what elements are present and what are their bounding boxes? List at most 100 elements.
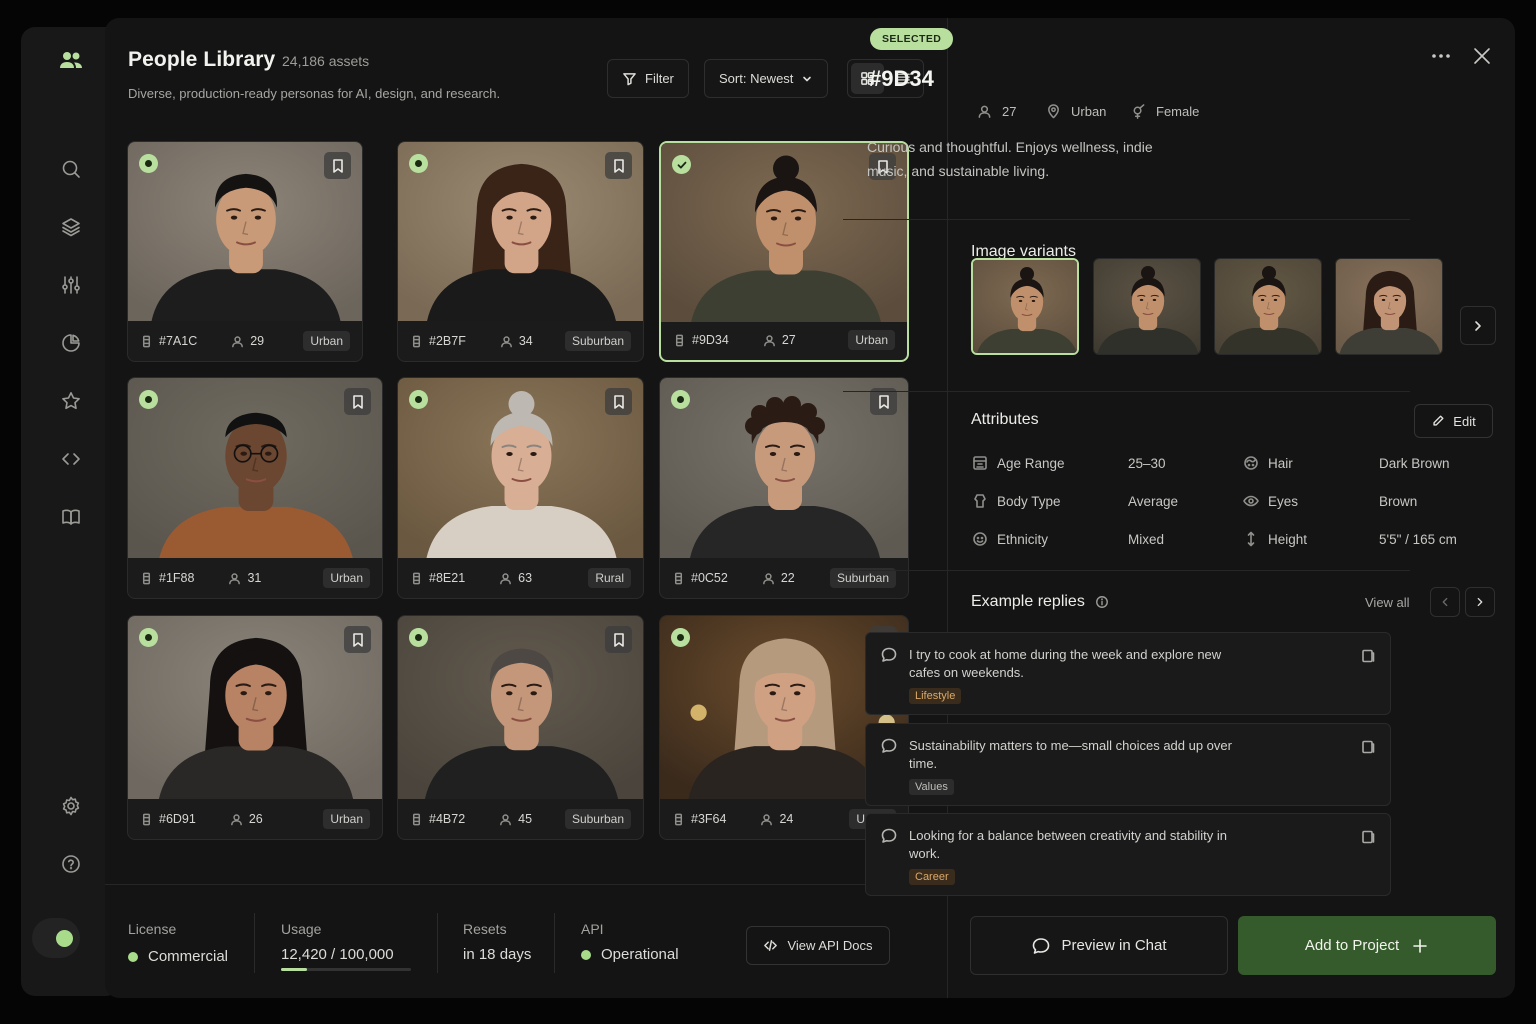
attribute-label: Hair xyxy=(1268,455,1293,471)
copy-icon[interactable] xyxy=(1360,648,1376,664)
people-logo-icon[interactable] xyxy=(51,41,91,81)
detail-description: Curious and thoughtful. Enjoys wellness,… xyxy=(867,139,1153,179)
hair-icon xyxy=(1243,455,1259,471)
detail-location-text: Urban xyxy=(1071,104,1107,119)
card-footer: #1F88 31 Urban xyxy=(128,558,382,598)
attribute-label: Age Range xyxy=(997,455,1065,471)
attribute-row: Ethnicity xyxy=(972,531,1048,547)
edit-button[interactable]: Edit xyxy=(1414,404,1493,438)
attribute-name: Hair xyxy=(1243,455,1293,471)
usage-progress-fill xyxy=(281,968,307,971)
reply-text: Sustainability matters to me—small choic… xyxy=(909,738,1232,771)
preview-label: Preview in Chat xyxy=(1061,937,1167,954)
bottom-divider xyxy=(105,884,947,885)
person-card[interactable]: #8E21 63 Rural xyxy=(397,377,644,599)
reply-card[interactable]: Looking for a balance between creativity… xyxy=(865,813,1391,896)
view-api-docs-button[interactable]: View API Docs xyxy=(746,926,890,965)
person-card[interactable]: #2B7F 34 Suburban xyxy=(397,141,644,362)
bookmark-icon[interactable] xyxy=(605,626,632,653)
person-card[interactable]: #1F88 31 Urban xyxy=(127,377,383,599)
attribute-row: Eyes xyxy=(1243,493,1298,509)
copy-icon[interactable] xyxy=(1360,739,1376,755)
card-age: 26 xyxy=(248,812,263,826)
bookmark-icon[interactable] xyxy=(344,626,371,653)
settings-gear-icon[interactable] xyxy=(51,786,91,826)
api-docs-label: View API Docs xyxy=(787,938,873,953)
replies-next-button[interactable] xyxy=(1465,587,1495,617)
bookmark-icon[interactable] xyxy=(344,388,371,415)
location-pin-icon xyxy=(1048,104,1059,119)
reply-text: I try to cook at home during the week an… xyxy=(909,647,1222,680)
chat-bubble-icon xyxy=(880,827,898,845)
status-dot-inner xyxy=(677,396,684,403)
add-to-project-button[interactable]: Add to Project xyxy=(1238,916,1496,975)
person-card[interactable]: #4B72 45 Suburban xyxy=(397,615,644,840)
plus-icon xyxy=(1413,938,1427,953)
bookmark-icon[interactable] xyxy=(605,152,632,179)
attribute-row: Body Type xyxy=(972,493,1061,509)
sliders-icon[interactable] xyxy=(51,265,91,305)
api-status-dot xyxy=(581,949,591,960)
search-icon[interactable] xyxy=(51,149,91,189)
attribute-value: 25–30 xyxy=(1128,456,1166,471)
filter-button[interactable]: Filter xyxy=(607,59,689,98)
variant-thumbnail[interactable] xyxy=(971,258,1079,355)
variant-thumbnail[interactable] xyxy=(1214,258,1322,355)
copy-icon[interactable] xyxy=(1360,829,1376,845)
chevron-left-icon xyxy=(1442,597,1448,607)
close-icon[interactable] xyxy=(1470,44,1494,68)
usage-value: 12,420 / 100,000 xyxy=(281,946,394,963)
bookmark-icon[interactable] xyxy=(605,388,632,415)
detail-gender-text: Female xyxy=(1156,104,1200,119)
info-icon[interactable] xyxy=(1095,595,1109,609)
attribute-row: Height xyxy=(1243,531,1307,547)
bookmark-icon[interactable] xyxy=(870,388,897,415)
resets-label: Resets xyxy=(463,921,507,937)
book-icon[interactable] xyxy=(51,497,91,537)
preview-in-chat-button[interactable]: Preview in Chat xyxy=(970,916,1228,975)
attribute-value: Brown xyxy=(1379,494,1418,509)
theme-toggle[interactable] xyxy=(32,918,80,958)
person-card[interactable]: #6D91 26 Urban xyxy=(127,615,383,840)
pie-chart-icon[interactable] xyxy=(51,323,91,363)
view-all-link[interactable]: View all xyxy=(1365,595,1410,610)
variant-thumbnail[interactable] xyxy=(1335,258,1443,355)
detail-age: 27 xyxy=(977,104,1016,119)
age-range-icon xyxy=(972,455,988,471)
usage-label: Usage xyxy=(281,921,322,937)
bookmark-icon[interactable] xyxy=(324,152,351,179)
variants-next-button[interactable] xyxy=(1460,306,1496,345)
reply-card[interactable]: I try to cook at home during the week an… xyxy=(865,632,1391,715)
sort-label: Sort: Newest xyxy=(719,71,794,86)
location-tag: Rural xyxy=(588,568,631,588)
attribute-label: Ethnicity xyxy=(997,531,1049,547)
person-card[interactable]: #0C52 22 Suburban xyxy=(659,377,909,599)
layers-icon[interactable] xyxy=(51,207,91,247)
card-id: #9D34 xyxy=(692,333,729,347)
card-age: 27 xyxy=(781,333,796,347)
section-divider xyxy=(843,570,1410,571)
person-icon xyxy=(760,813,773,826)
reply-category-tag: Values xyxy=(909,779,954,795)
sort-dropdown[interactable]: Sort: Newest xyxy=(704,59,829,98)
replies-prev-button[interactable] xyxy=(1430,587,1460,617)
replies-title: Example replies xyxy=(971,593,1085,610)
status-dot xyxy=(409,390,428,409)
variant-thumbnail[interactable] xyxy=(1093,258,1201,355)
section-divider xyxy=(843,391,1410,392)
person-card[interactable]: #7A1C 29 Urban xyxy=(127,141,363,362)
eye-icon xyxy=(1243,493,1259,509)
attribute-value: Dark Brown xyxy=(1379,456,1450,471)
card-footer: #2B7F 34 Suburban xyxy=(398,321,643,361)
code-icon[interactable] xyxy=(51,439,91,479)
star-icon[interactable] xyxy=(51,381,91,421)
help-icon[interactable] xyxy=(51,844,91,884)
attribute-row: Age Range xyxy=(972,455,1065,471)
status-dot-inner xyxy=(415,160,422,167)
attribute-name: Eyes xyxy=(1243,493,1298,509)
status-dot-inner xyxy=(415,396,422,403)
card-footer: #0C52 22 Suburban xyxy=(660,558,908,598)
attribute-name: Age Range xyxy=(972,455,1065,471)
more-options-icon[interactable] xyxy=(1428,44,1454,68)
reply-card[interactable]: Sustainability matters to me—small choic… xyxy=(865,723,1391,806)
